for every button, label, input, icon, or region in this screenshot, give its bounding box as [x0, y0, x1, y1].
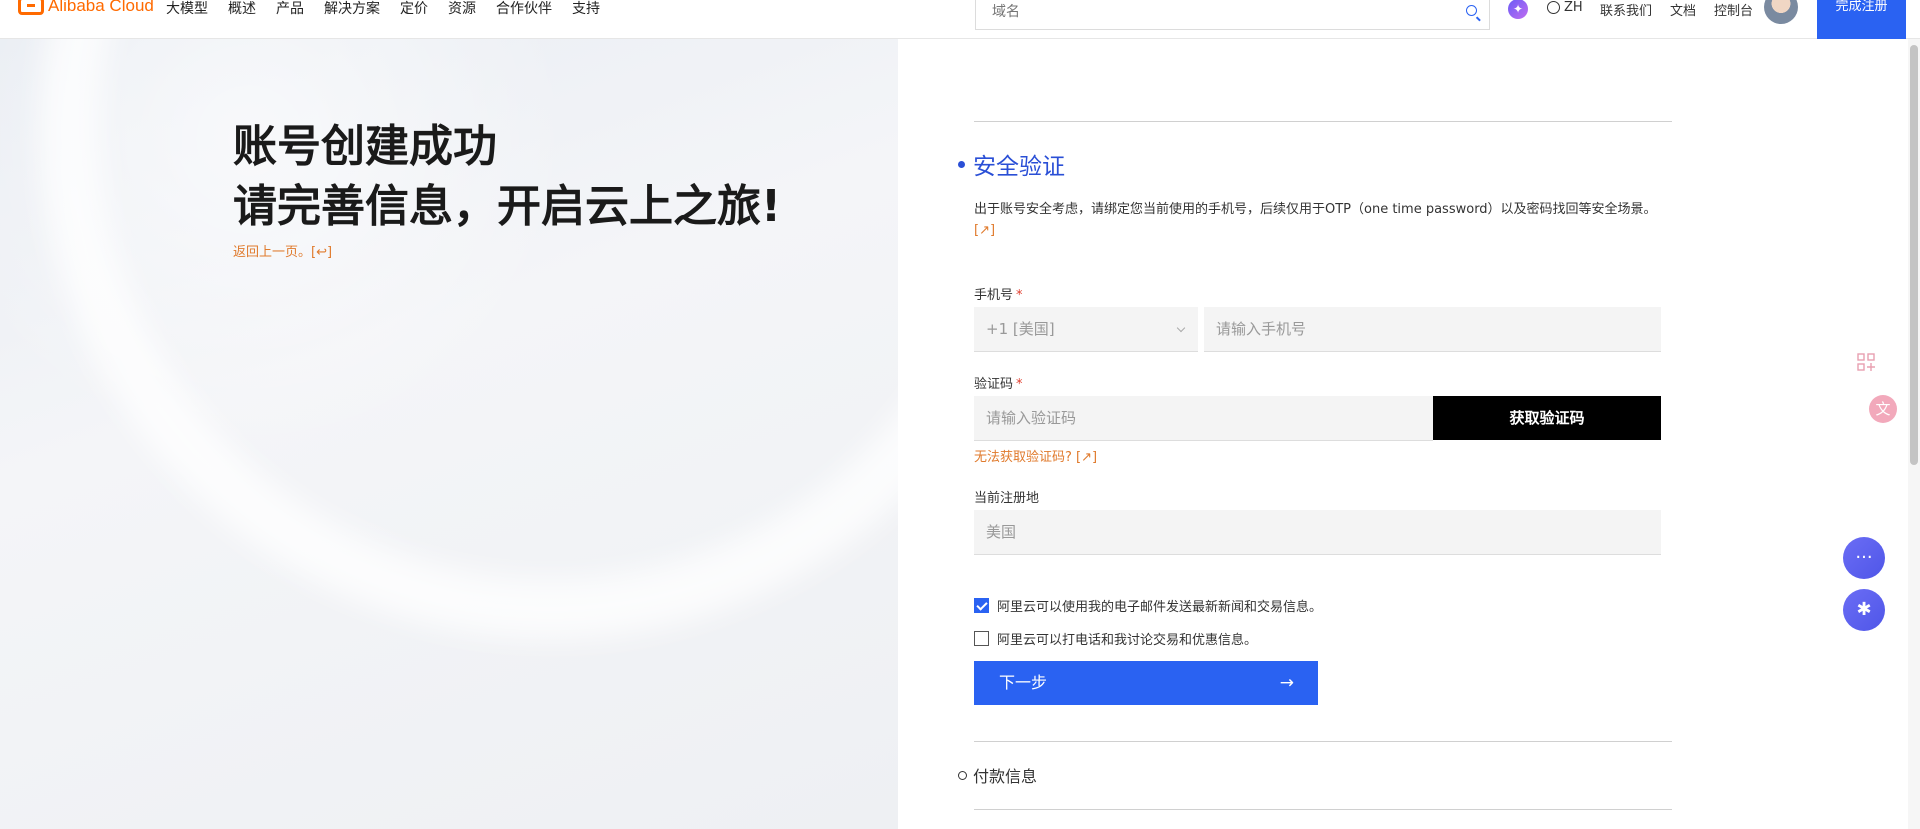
country-code-value: +1 [美国] — [986, 320, 1055, 338]
phone-placeholder: 请输入手机号 — [1216, 320, 1307, 338]
region-label: 当前注册地 — [974, 491, 1040, 506]
search-input[interactable] — [976, 0, 1489, 29]
phone-input[interactable]: 请输入手机号 — [1204, 307, 1661, 352]
step-security-title: 安全验证 — [958, 147, 1065, 181]
search-icon[interactable] — [1466, 5, 1477, 16]
top-navbar: Alibaba Cloud 大模型 概述 产品 解决方案 定价 资源 合作伙伴 … — [0, 0, 1920, 39]
get-code-button[interactable]: 获取验证码 — [1433, 396, 1661, 440]
verification-code-input[interactable]: 请输入验证码 — [974, 396, 1433, 441]
console-link[interactable]: 控制台 — [1714, 0, 1753, 19]
description-external-link[interactable]: [↗] — [974, 223, 995, 238]
divider — [974, 809, 1672, 810]
alibaba-cloud-logo[interactable]: Alibaba Cloud — [18, 0, 154, 16]
divider — [974, 121, 1672, 122]
country-code-select[interactable]: +1 [美国] — [974, 307, 1198, 352]
email-consent-text: 阿里云可以使用我的电子邮件发送最新新闻和交易信息。 — [997, 600, 1323, 615]
registration-form: 安全验证 出于账号安全考虑，请绑定您当前使用的手机号，后续仅用于OTP（one … — [898, 39, 1908, 829]
next-label: 下一步 — [999, 673, 1048, 692]
language-label: ZH — [1564, 0, 1583, 15]
hero-title-line1: 账号创建成功 — [233, 121, 497, 172]
region-value: 美国 — [986, 523, 1017, 541]
hero-text: 账号创建成功 请完善信息，开启云上之旅! 返回上一页。[↩] — [233, 117, 781, 260]
search-box — [975, 0, 1490, 30]
arrow-right-icon: → — [1279, 673, 1294, 693]
nav-item-pricing[interactable]: 定价 — [400, 0, 428, 18]
contact-us-link[interactable]: 联系我们 — [1600, 0, 1652, 19]
chevron-down-icon — [1176, 323, 1186, 333]
ai-assistant-icon[interactable]: ✦ — [1508, 0, 1528, 19]
required-mark: * — [1016, 377, 1023, 392]
page-scrollbar[interactable] — [1908, 39, 1920, 829]
email-consent-row[interactable]: 阿里云可以使用我的电子邮件发送最新新闻和交易信息。 — [974, 596, 1322, 615]
phone-label: 手机号 * — [974, 284, 1023, 303]
description-text: 出于账号安全考虑，请绑定您当前使用的手机号，后续仅用于OTP（one time … — [974, 202, 1657, 217]
docs-link[interactable]: 文档 — [1670, 0, 1696, 19]
ai-sparkle-icon[interactable]: ✱ — [1843, 589, 1885, 631]
phone-label-text: 手机号 — [974, 288, 1014, 303]
required-mark: * — [1016, 288, 1023, 303]
cannot-get-code-link[interactable]: 无法获取验证码? [↗] — [974, 446, 1097, 465]
logo-text: Alibaba Cloud — [48, 0, 154, 15]
step-title-text: 安全验证 — [973, 154, 1065, 180]
phone-consent-text: 阿里云可以打电话和我讨论交易和优惠信息。 — [997, 633, 1258, 648]
phone-consent-row[interactable]: 阿里云可以打电话和我讨论交易和优惠信息。 — [974, 629, 1257, 648]
finish-registration-button[interactable]: 完成注册 — [1817, 0, 1906, 39]
nav-item-large-model[interactable]: 大模型 — [166, 0, 208, 18]
active-step-dot — [958, 160, 965, 168]
code-label-text: 验证码 — [974, 377, 1014, 392]
user-avatar[interactable] — [1764, 0, 1798, 24]
next-step-button[interactable]: 下一步 → — [974, 661, 1318, 705]
language-switcher[interactable]: ZH — [1547, 0, 1583, 15]
scrollbar-thumb[interactable] — [1910, 45, 1918, 465]
translate-icon[interactable]: 文 — [1869, 395, 1897, 423]
top-links: 联系我们 文档 控制台 — [1600, 0, 1753, 19]
globe-icon — [1547, 1, 1560, 14]
step-payment-title: 付款信息 — [958, 763, 1037, 787]
inactive-step-ring — [958, 770, 967, 780]
nav-item-partners[interactable]: 合作伙伴 — [496, 0, 552, 18]
back-link[interactable]: 返回上一页。[↩] — [233, 241, 781, 260]
code-placeholder: 请输入验证码 — [986, 409, 1077, 427]
divider — [974, 741, 1672, 742]
phone-consent-checkbox[interactable] — [974, 631, 989, 646]
main-nav: 大模型 概述 产品 解决方案 定价 资源 合作伙伴 支持 — [166, 0, 600, 18]
nav-item-solutions[interactable]: 解决方案 — [324, 0, 380, 18]
security-description: 出于账号安全考虑，请绑定您当前使用的手机号，后续仅用于OTP（one time … — [974, 199, 1669, 241]
code-label: 验证码 * — [974, 373, 1023, 392]
hero-panel: 账号创建成功 请完善信息，开启云上之旅! 返回上一页。[↩] — [0, 39, 898, 829]
hero-title-line2: 请完善信息，开启云上之旅! — [233, 181, 782, 232]
nav-item-products[interactable]: 产品 — [276, 0, 304, 18]
chat-bubble-icon[interactable]: ··· — [1843, 537, 1885, 579]
region-field: 美国 — [974, 510, 1661, 555]
nav-item-overview[interactable]: 概述 — [228, 0, 256, 18]
nav-item-resources[interactable]: 资源 — [448, 0, 476, 18]
apps-grid-icon[interactable] — [1856, 352, 1876, 372]
email-consent-checkbox[interactable] — [974, 598, 989, 613]
logo-icon — [18, 0, 44, 15]
nav-item-support[interactable]: 支持 — [572, 0, 600, 18]
step2-title-text: 付款信息 — [973, 767, 1038, 786]
